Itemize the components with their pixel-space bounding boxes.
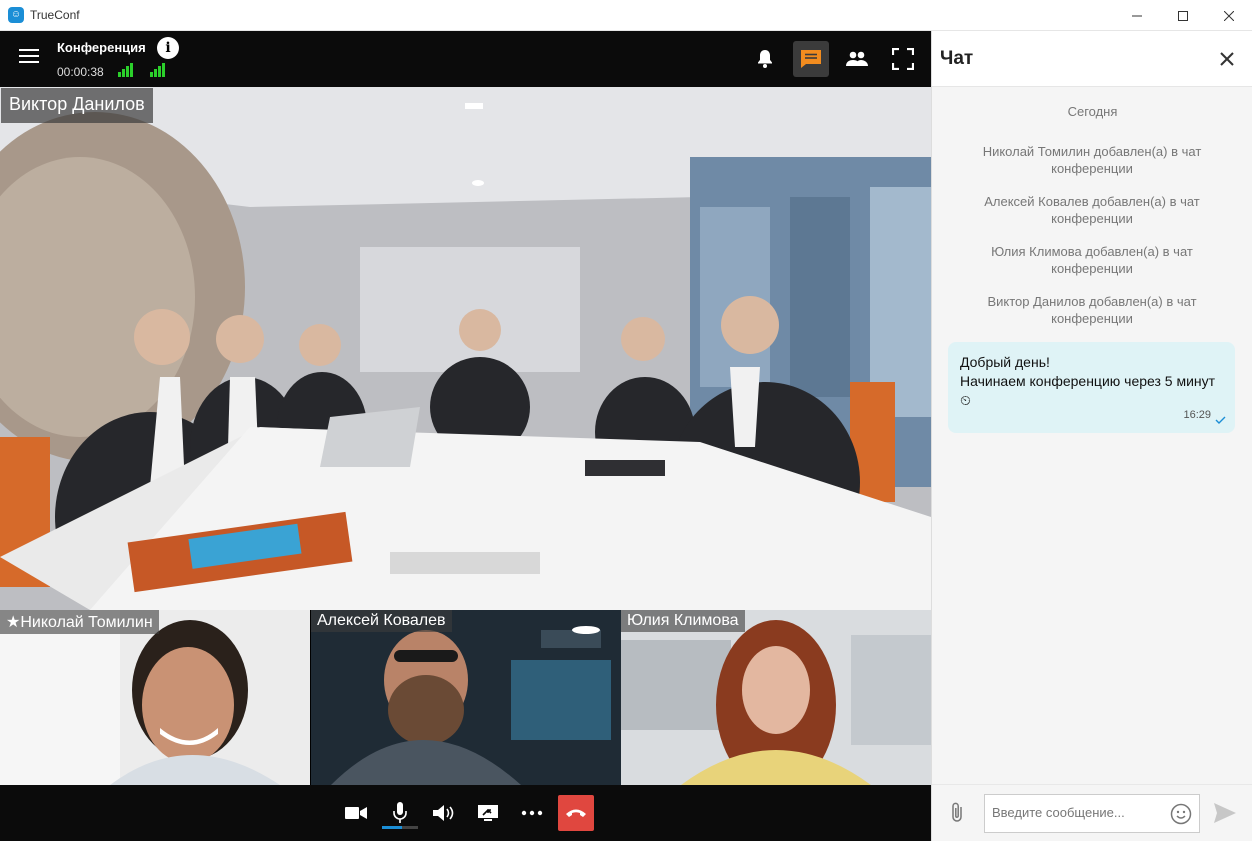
conference-room-image — [0, 87, 931, 610]
message-input[interactable] — [992, 805, 1157, 820]
paperclip-icon — [952, 802, 962, 822]
microphone-level — [382, 826, 418, 829]
speaker-icon[interactable] — [426, 795, 462, 831]
info-icon[interactable]: i — [157, 37, 179, 59]
window-titlebar: ☺ TrueConf — [0, 0, 1252, 31]
chat-input-area — [932, 784, 1252, 841]
message-line: Добрый день! — [960, 354, 1050, 370]
message-line: Начинаем конференцию через 5 минут — [960, 373, 1216, 389]
system-message: Николай Томилин добавлен(а) в чат конфер… — [982, 144, 1202, 176]
camera-icon[interactable] — [338, 795, 374, 831]
close-icon — [1220, 52, 1234, 66]
bell-icon[interactable] — [747, 41, 783, 77]
message-time: 16:29 — [1183, 409, 1211, 421]
signal-icon — [150, 63, 166, 77]
participant-video — [311, 610, 621, 785]
trueconf-logo-icon: ☺ — [8, 7, 24, 23]
close-chat-button[interactable] — [1217, 49, 1237, 69]
participant-tile[interactable]: Юлия Климова — [621, 610, 931, 785]
chat-title: Чат — [940, 48, 974, 69]
participant-video — [0, 610, 310, 785]
system-message: Юлия Климова добавлен(а) в чат конференц… — [991, 244, 1193, 276]
participant-tile[interactable]: Алексей Ковалев — [311, 610, 621, 785]
send-button[interactable] — [1213, 802, 1237, 824]
message-input-box[interactable] — [984, 794, 1200, 833]
participant-video — [621, 610, 931, 785]
chat-panel: Чат Сегодня Николай Томилин добавлен(а) … — [931, 31, 1252, 841]
chat-message: Добрый день! Начинаем конференцию через … — [948, 342, 1235, 433]
conference-title: Конференция — [57, 40, 146, 55]
close-window-button[interactable] — [1206, 0, 1252, 31]
maximize-icon — [1178, 10, 1188, 21]
participant-name-tag: ★Николай Томилин — [0, 610, 159, 634]
close-icon — [1224, 10, 1234, 21]
call-controls-bar — [0, 785, 931, 841]
speaker-name-tag: Виктор Данилов — [1, 88, 153, 123]
chat-header: Чат — [932, 31, 1252, 87]
delivered-check-icon — [1215, 416, 1226, 424]
star-icon: ★ — [6, 614, 21, 631]
chat-icon — [801, 50, 821, 68]
chat-messages[interactable]: Сегодня Николай Томилин добавлен(а) в ча… — [932, 87, 1252, 784]
system-message: Виктор Данилов добавлен(а) в чат конфере… — [987, 294, 1197, 326]
conference-toolbar: Конференция i 00:00:38 — [0, 31, 931, 87]
participant-tile[interactable]: ★Николай Томилин — [0, 610, 310, 785]
conference-timer: 00:00:38 — [57, 65, 104, 79]
hangup-icon — [566, 809, 586, 817]
send-icon — [1214, 803, 1236, 823]
more-icon[interactable] — [514, 795, 550, 831]
hangup-button[interactable] — [558, 795, 594, 831]
main-video-feed[interactable]: Виктор Данилов — [0, 87, 931, 610]
attach-file-button[interactable] — [948, 801, 968, 823]
window-title: TrueConf — [30, 8, 80, 22]
minimize-icon — [1132, 15, 1142, 16]
screen-share-icon[interactable] — [470, 795, 506, 831]
chat-toggle-button[interactable] — [793, 41, 829, 77]
participant-name-tag: Алексей Ковалев — [311, 610, 452, 632]
participant-name-tag: Юлия Климова — [621, 610, 745, 632]
participants-icon[interactable] — [839, 41, 875, 77]
signal-icon — [118, 63, 134, 77]
date-separator: Сегодня — [1067, 104, 1118, 119]
fullscreen-icon[interactable] — [885, 41, 921, 77]
minimize-button[interactable] — [1114, 0, 1160, 31]
menu-icon[interactable] — [19, 49, 39, 67]
video-area: Конференция i 00:00:38 Виктор Данилов ★Н… — [0, 31, 931, 841]
maximize-button[interactable] — [1160, 0, 1206, 31]
emoji-icon[interactable] — [1170, 803, 1192, 825]
system-message: Алексей Ковалев добавлен(а) в чат конфер… — [984, 194, 1200, 226]
